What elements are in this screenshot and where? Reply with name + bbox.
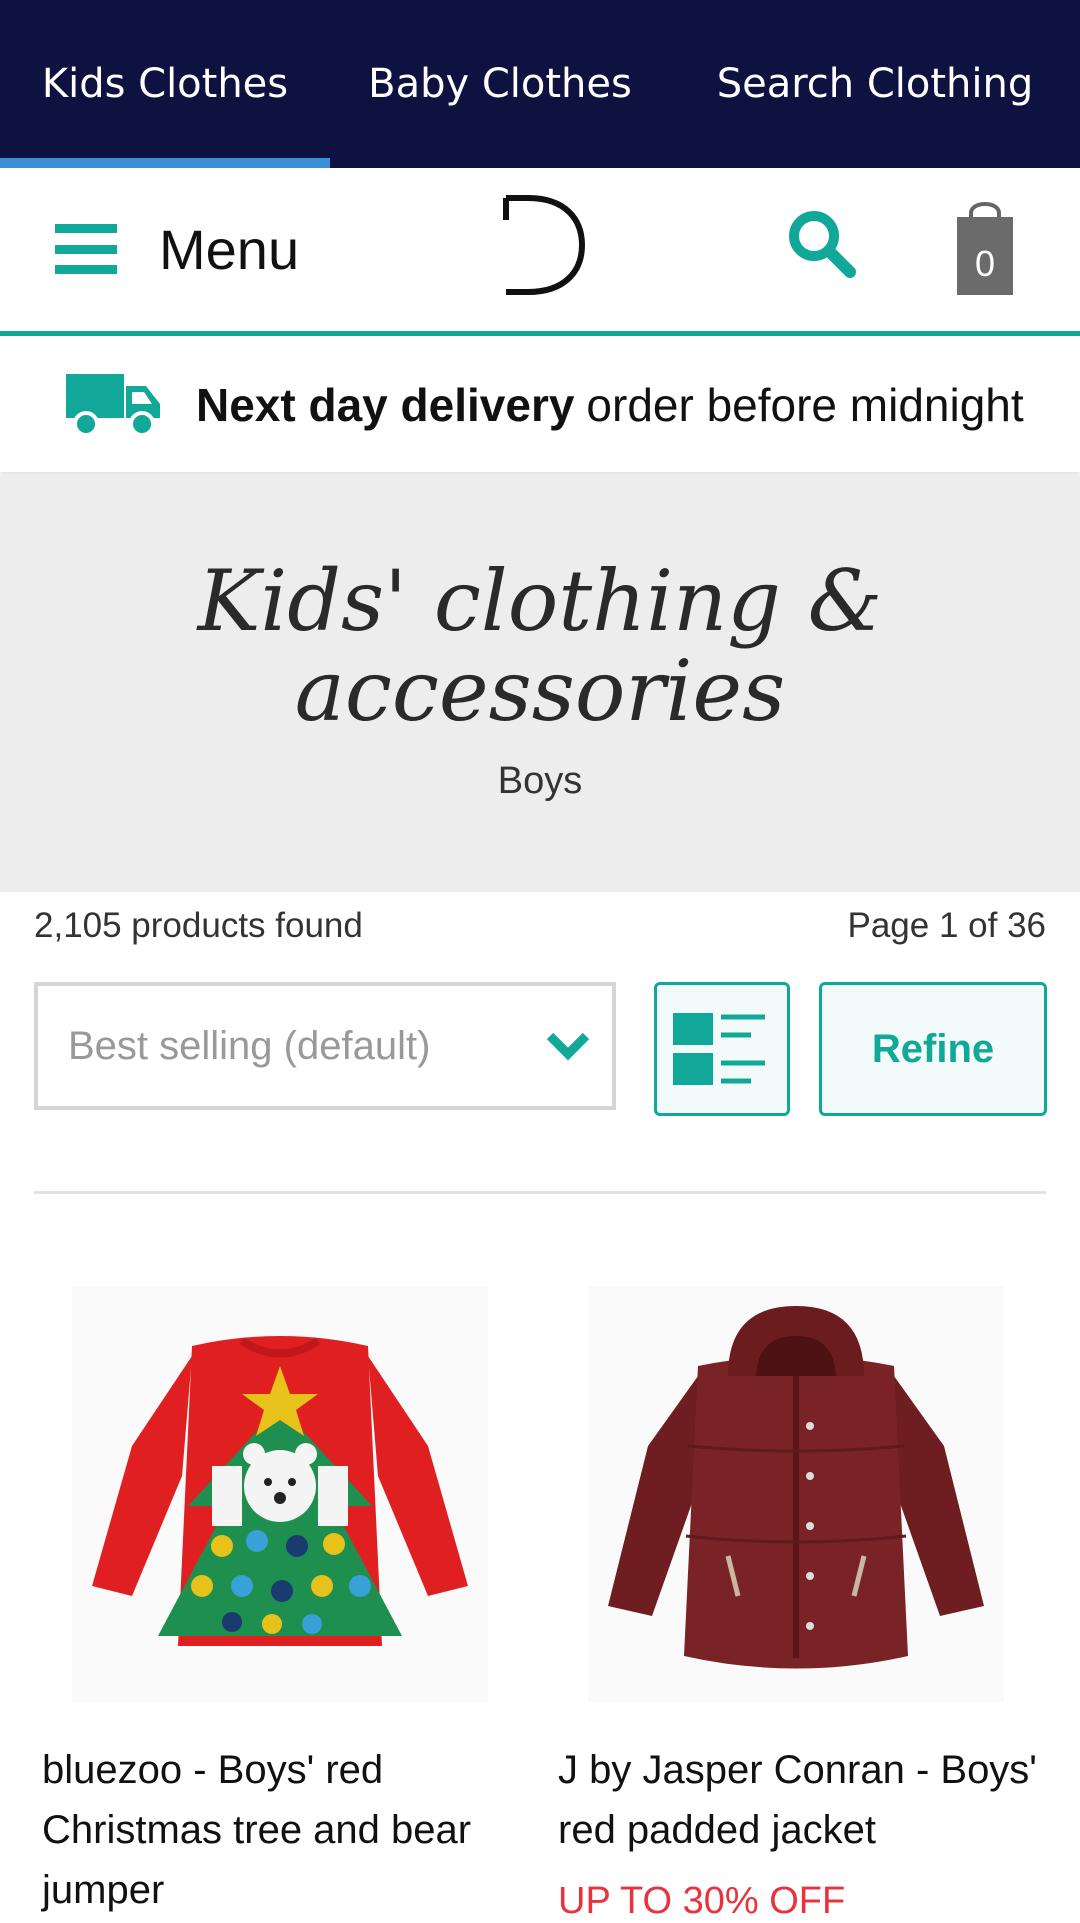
delivery-detail-text: order before midnight (586, 379, 1024, 431)
tab-baby-clothes[interactable]: Baby Clothes (330, 0, 670, 168)
product-name[interactable]: J by Jasper Conran - Boys' red padded ja… (558, 1740, 1038, 1860)
page-title: Kids' clothing & accessories (0, 556, 1080, 736)
top-tab-bar: Kids Clothes Baby Clothes Search Clothin… (0, 0, 1080, 168)
page-title-line-2: accessories (294, 642, 786, 740)
delivery-truck-icon (66, 374, 160, 437)
page-title-line-1: Kids' clothing & (197, 552, 883, 650)
menu-label: Menu (159, 217, 300, 281)
category-hero: Kids' clothing & accessories Boys (0, 476, 1080, 892)
list-view-icon (673, 1013, 765, 1085)
debenhams-logo[interactable] (498, 190, 588, 300)
search-icon[interactable] (782, 204, 862, 284)
page-subtitle: Boys (497, 760, 583, 802)
page-indicator: Page 1 of 36 (847, 906, 1047, 945)
hamburger-icon (55, 224, 117, 274)
tab-kids-clothes[interactable]: Kids Clothes (0, 0, 330, 168)
chevron-down-icon (546, 1032, 590, 1061)
product-name[interactable]: bluezoo - Boys' red Christmas tree and b… (42, 1740, 522, 1920)
product-image-christmas-jumper[interactable] (72, 1286, 488, 1702)
sort-select[interactable]: Best selling (default) (34, 982, 616, 1110)
refine-button[interactable]: Refine (819, 982, 1047, 1116)
product-count: 2,105 products found (34, 906, 363, 945)
delivery-bold-text: Next day delivery (196, 379, 575, 431)
section-divider (34, 1191, 1046, 1194)
list-view-toggle-button[interactable] (654, 982, 790, 1116)
bag-count-badge: 0 (974, 243, 996, 284)
active-tab-indicator (0, 158, 330, 168)
sort-selected-value: Best selling (default) (68, 1023, 431, 1068)
promo-label: UP TO 30% OFF (558, 1880, 846, 1922)
menu-button[interactable]: Menu (55, 204, 299, 294)
delivery-message: Next day delivery order before midnight (196, 372, 1024, 438)
site-header: Menu 0 (0, 168, 1080, 336)
tab-search-clothing[interactable]: Search Clothing (670, 0, 1080, 168)
product-image-padded-jacket[interactable] (588, 1286, 1004, 1702)
delivery-banner[interactable]: Next day delivery order before midnight (0, 336, 1080, 472)
